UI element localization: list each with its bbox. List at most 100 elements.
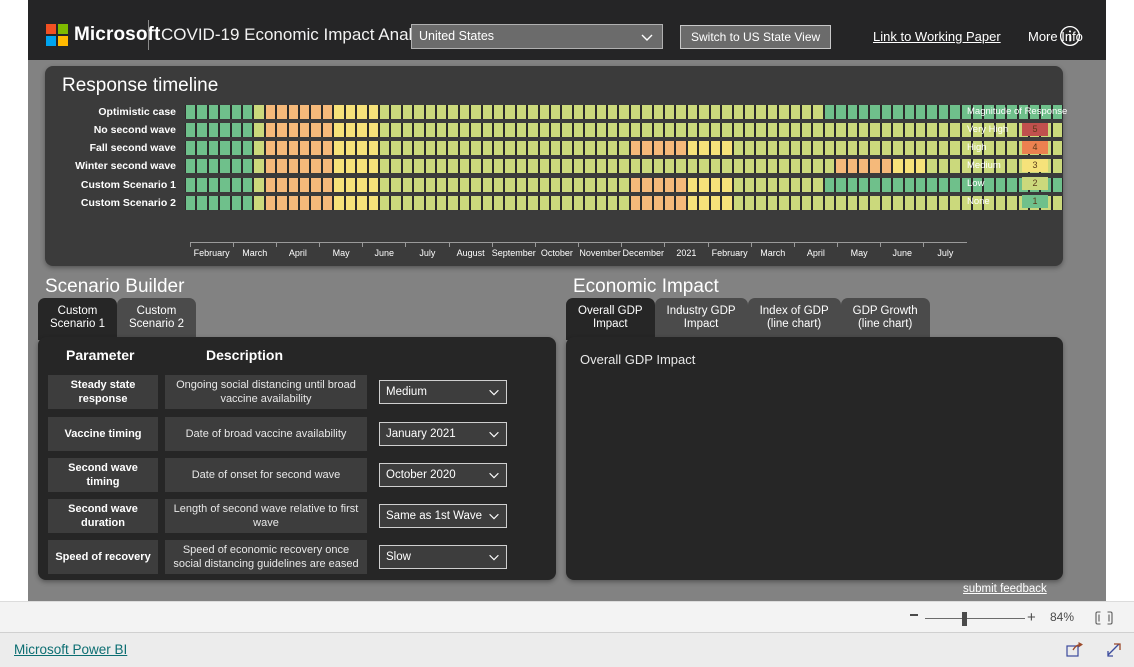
heatmap-cell[interactable]	[435, 122, 448, 137]
heatmap-cell[interactable]	[401, 141, 414, 156]
heatmap-cell[interactable]	[595, 177, 608, 192]
heatmap-cell[interactable]	[629, 141, 642, 156]
heatmap-cell[interactable]	[458, 177, 471, 192]
heatmap-cell[interactable]	[800, 195, 813, 210]
heatmap-cell[interactable]	[572, 159, 585, 174]
heatmap-cell[interactable]	[835, 195, 847, 210]
heatmap-cell[interactable]	[538, 195, 550, 210]
heatmap-cell[interactable]	[664, 122, 676, 137]
heatmap-cell[interactable]	[481, 195, 493, 210]
heatmap-cell[interactable]	[869, 122, 881, 137]
heatmap-cell[interactable]	[618, 104, 630, 119]
heatmap-cell[interactable]	[413, 141, 425, 156]
heatmap-cell[interactable]	[869, 104, 881, 119]
heatmap-cell[interactable]	[287, 159, 300, 174]
heatmap-cell[interactable]	[550, 122, 562, 137]
heatmap-cell[interactable]	[515, 122, 528, 137]
heatmap-cell[interactable]	[721, 122, 733, 137]
heatmap-cell[interactable]	[823, 195, 836, 210]
heatmap-cell[interactable]	[356, 195, 368, 210]
heatmap-cell[interactable]	[481, 159, 493, 174]
heatmap-cell[interactable]	[926, 195, 938, 210]
heatmap-cell[interactable]	[937, 122, 950, 137]
heatmap-cell[interactable]	[880, 195, 893, 210]
heatmap-cell[interactable]	[481, 141, 493, 156]
heatmap-cell[interactable]	[219, 104, 231, 119]
heatmap-cell[interactable]	[664, 141, 676, 156]
heatmap-cell[interactable]	[344, 141, 357, 156]
heatmap-cell[interactable]	[800, 122, 813, 137]
legend-item[interactable]: Very High 5	[967, 122, 1063, 137]
submit-feedback-link[interactable]: submit feedback	[963, 583, 1047, 595]
heatmap-cell[interactable]	[242, 195, 254, 210]
fit-to-page-icon[interactable]	[1095, 611, 1113, 630]
heatmap-cell[interactable]	[835, 122, 847, 137]
heatmap-cell[interactable]	[287, 122, 300, 137]
heatmap-cell[interactable]	[390, 159, 402, 174]
heatmap-cell[interactable]	[607, 122, 619, 137]
heatmap-cell[interactable]	[219, 195, 231, 210]
heatmap-cell[interactable]	[196, 195, 208, 210]
heatmap-cell[interactable]	[755, 159, 767, 174]
heatmap-cell[interactable]	[504, 141, 516, 156]
heatmap-cell[interactable]	[470, 159, 482, 174]
heatmap-cell[interactable]	[709, 141, 722, 156]
heatmap-cell[interactable]	[242, 104, 254, 119]
heatmap-cell[interactable]	[664, 159, 676, 174]
heatmap-cell[interactable]	[219, 122, 231, 137]
legend-item[interactable]: High 4	[967, 140, 1063, 155]
heatmap-cell[interactable]	[321, 141, 334, 156]
heatmap-cell[interactable]	[470, 141, 482, 156]
heatmap-cell[interactable]	[242, 122, 254, 137]
heatmap-cell[interactable]	[869, 177, 881, 192]
heatmap-cell[interactable]	[629, 177, 642, 192]
heatmap-cell[interactable]	[378, 177, 391, 192]
heatmap-cell[interactable]	[686, 122, 699, 137]
heatmap-cell[interactable]	[789, 177, 801, 192]
heatmap-cell[interactable]	[185, 195, 197, 210]
heatmap-cell[interactable]	[550, 195, 562, 210]
heatmap-cell[interactable]	[321, 104, 334, 119]
heatmap-cell[interactable]	[185, 141, 197, 156]
heatmap-cell[interactable]	[584, 104, 596, 119]
heatmap-cell[interactable]	[869, 159, 881, 174]
heatmap-cell[interactable]	[447, 159, 459, 174]
heatmap-cell[interactable]	[264, 104, 277, 119]
timeline-row[interactable]: Fall second wave	[45, 140, 1064, 156]
heatmap-cell[interactable]	[721, 159, 733, 174]
heatmap-cell[interactable]	[185, 122, 197, 137]
heatmap-cell[interactable]	[949, 141, 961, 156]
heatmap-cell[interactable]	[903, 195, 915, 210]
heatmap-cell[interactable]	[333, 122, 345, 137]
heatmap-cell[interactable]	[880, 141, 893, 156]
heatmap-cell[interactable]	[812, 104, 824, 119]
heatmap-cell[interactable]	[504, 122, 516, 137]
heatmap-cell[interactable]	[846, 141, 858, 156]
heatmap-cell[interactable]	[778, 159, 790, 174]
heatmap-cell[interactable]	[686, 141, 699, 156]
heatmap-cell[interactable]	[743, 177, 756, 192]
timeline-row[interactable]: No second wave	[45, 122, 1064, 138]
switch-to-us-state-view-button[interactable]: Switch to US State View	[680, 25, 832, 49]
heatmap-cell[interactable]	[287, 141, 300, 156]
heatmap-cell[interactable]	[561, 104, 573, 119]
heatmap-cell[interactable]	[607, 141, 619, 156]
heatmap-cell[interactable]	[595, 159, 608, 174]
heatmap-cell[interactable]	[424, 122, 436, 137]
heatmap-cell[interactable]	[230, 122, 243, 137]
heatmap-cell[interactable]	[253, 195, 265, 210]
heatmap-cell[interactable]	[504, 159, 516, 174]
heatmap-cell[interactable]	[857, 122, 870, 137]
heatmap-cell[interactable]	[515, 141, 528, 156]
heatmap-cell[interactable]	[937, 195, 950, 210]
heatmap-cell[interactable]	[424, 104, 436, 119]
heatmap-cell[interactable]	[424, 159, 436, 174]
heatmap-cell[interactable]	[743, 141, 756, 156]
heatmap-cell[interactable]	[219, 177, 231, 192]
heatmap-cell[interactable]	[709, 177, 722, 192]
heatmap-cell[interactable]	[458, 195, 471, 210]
heatmap-cell[interactable]	[732, 141, 744, 156]
heatmap-cell[interactable]	[778, 177, 790, 192]
heatmap-cell[interactable]	[572, 104, 585, 119]
parameter-select[interactable]: Medium	[379, 380, 507, 404]
